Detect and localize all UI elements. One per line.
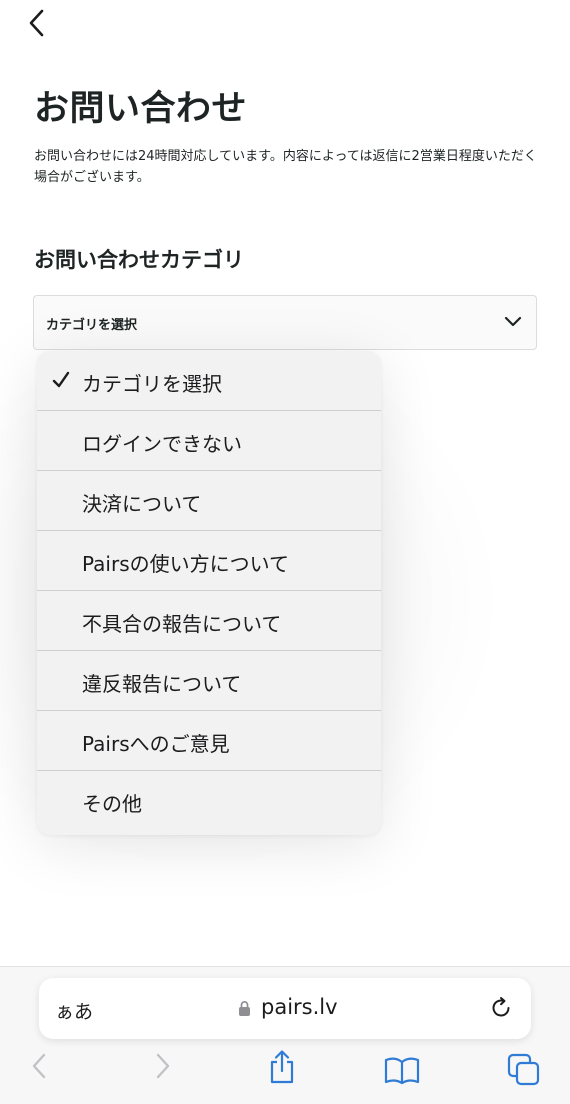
dropdown-option-how-to-use[interactable]: Pairsの使い方について [37, 531, 381, 591]
dropdown-option-select-category[interactable]: カテゴリを選択 [37, 351, 381, 411]
dropdown-option-bug-report[interactable]: 不具合の報告について [37, 591, 381, 651]
reader-settings-button[interactable]: ぁあ [55, 997, 93, 1024]
reload-icon[interactable] [489, 996, 513, 1020]
dropdown-option-label: 不具合の報告について [82, 612, 282, 636]
back-arrow-icon[interactable] [28, 1051, 52, 1081]
dropdown-option-feedback[interactable]: Pairsへのご意見 [37, 711, 381, 771]
dropdown-option-label: カテゴリを選択 [82, 372, 222, 396]
forward-arrow-icon[interactable] [150, 1051, 174, 1081]
lock-icon [239, 1001, 250, 1016]
dropdown-option-label: その他 [82, 792, 142, 816]
dropdown-option-violation-report[interactable]: 違反報告について [37, 651, 381, 711]
checkmark-icon [52, 371, 70, 388]
intro-text: お問い合わせには24時間対応しています。内容によっては返信に2営業日程度いただく… [34, 149, 537, 185]
dropdown-option-payment[interactable]: 決済について [37, 471, 381, 531]
dropdown-option-label: 決済について [82, 492, 202, 516]
category-dropdown-menu: カテゴリを選択 ログインできない 決済について Pairsの使い方について 不具… [37, 351, 381, 835]
address-bar[interactable]: ぁあ pairs.lv [39, 978, 531, 1039]
category-select-value: カテゴリを選択 [46, 318, 138, 333]
browser-bottom-bar: ぁあ pairs.lv [0, 966, 570, 1104]
share-icon[interactable] [266, 1049, 298, 1085]
chevron-down-icon [504, 316, 522, 327]
chevron-left-icon [29, 9, 44, 37]
category-heading: お問い合わせカテゴリ [34, 248, 244, 272]
url-text: pairs.lv [261, 995, 338, 1019]
dropdown-option-label: Pairsへのご意見 [82, 732, 230, 756]
back-button[interactable] [22, 6, 54, 40]
dropdown-option-login-issue[interactable]: ログインできない [37, 411, 381, 471]
dropdown-option-label: Pairsの使い方について [82, 552, 290, 576]
page-title: お問い合わせ [34, 89, 248, 129]
category-select[interactable]: カテゴリを選択 [33, 295, 537, 350]
dropdown-option-other[interactable]: その他 [37, 771, 381, 831]
tabs-icon[interactable] [507, 1053, 541, 1087]
bookmarks-icon[interactable] [384, 1055, 420, 1085]
dropdown-option-label: 違反報告について [82, 672, 242, 696]
dropdown-option-label: ログインできない [82, 432, 242, 456]
